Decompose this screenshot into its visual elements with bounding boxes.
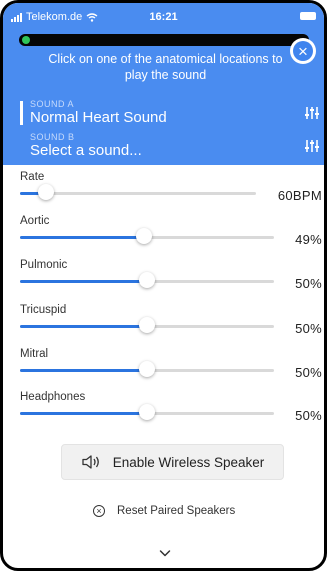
active-indicator: [20, 101, 23, 125]
slider-label: Pulmonic: [20, 259, 68, 271]
pulmonic-slider[interactable]: Pulmonic 50%: [20, 259, 322, 299]
slider-value: 50%: [295, 276, 322, 291]
sliders-icon[interactable]: [304, 138, 320, 154]
sound-a-label: SOUND A: [30, 99, 75, 109]
slider-label: Aortic: [20, 215, 50, 227]
sound-b-selector[interactable]: SOUND B Select a sound...: [20, 132, 320, 170]
slider-thumb[interactable]: [136, 228, 152, 244]
headphones-slider[interactable]: Headphones 50%: [20, 391, 322, 431]
slider-label: Rate: [20, 171, 45, 183]
enable-wireless-speaker-button[interactable]: Enable Wireless Speaker: [61, 444, 284, 480]
status-time: 16:21: [149, 11, 178, 23]
instruction-text: Click on one of the anatomical locations…: [48, 52, 283, 82]
slider-fill: [20, 325, 147, 328]
close-icon: ×: [293, 41, 313, 61]
slider-value: 49%: [295, 232, 322, 247]
slider-fill: [20, 369, 147, 372]
rate-slider[interactable]: Rate 60BPM: [20, 171, 322, 211]
mitral-slider[interactable]: Mitral 50%: [20, 348, 322, 388]
x-circle-icon: ×: [93, 505, 105, 517]
slider-label: Tricuspid: [20, 304, 67, 316]
slider-value: 50%: [295, 408, 322, 423]
reset-paired-speakers-button[interactable]: × Reset Paired Speakers: [93, 502, 273, 520]
chevron-down-icon[interactable]: [159, 547, 171, 559]
enable-wireless-speaker-label: Enable Wireless Speaker: [112, 454, 265, 470]
sound-header: Telekom.de 16:21 × Click on one of the a…: [3, 3, 324, 165]
slider-label: Mitral: [20, 348, 49, 360]
sound-b-value: Select a sound...: [30, 142, 142, 159]
sound-a-value: Normal Heart Sound: [30, 109, 167, 126]
sound-b-label: SOUND B: [30, 132, 75, 142]
slider-fill: [20, 280, 147, 283]
slider-value: 50%: [295, 321, 322, 336]
slider-thumb[interactable]: [139, 404, 155, 420]
slider-track[interactable]: [20, 192, 256, 195]
slider-value: 60BPM: [277, 188, 322, 203]
slider-fill: [20, 412, 147, 415]
playback-bar: [19, 34, 309, 46]
phone-screen: Telekom.de 16:21 × Click on one of the a…: [0, 0, 327, 571]
slider-thumb[interactable]: [139, 317, 155, 333]
slider-thumb[interactable]: [139, 361, 155, 377]
speaker-icon: [82, 455, 99, 469]
close-button[interactable]: ×: [290, 38, 316, 64]
slider-fill: [20, 236, 144, 239]
reset-paired-speakers-label: Reset Paired Speakers: [117, 505, 236, 517]
tricuspid-slider[interactable]: Tricuspid 50%: [20, 304, 322, 344]
battery-icon: [300, 12, 316, 20]
status-bar: Telekom.de 16:21: [3, 3, 324, 29]
slider-value: 50%: [295, 365, 322, 380]
playback-indicator: [22, 36, 30, 44]
aortic-slider[interactable]: Aortic 49%: [20, 215, 322, 255]
slider-thumb[interactable]: [139, 272, 155, 288]
sliders-icon[interactable]: [304, 105, 320, 121]
slider-thumb[interactable]: [38, 184, 54, 200]
slider-label: Headphones: [20, 391, 86, 403]
